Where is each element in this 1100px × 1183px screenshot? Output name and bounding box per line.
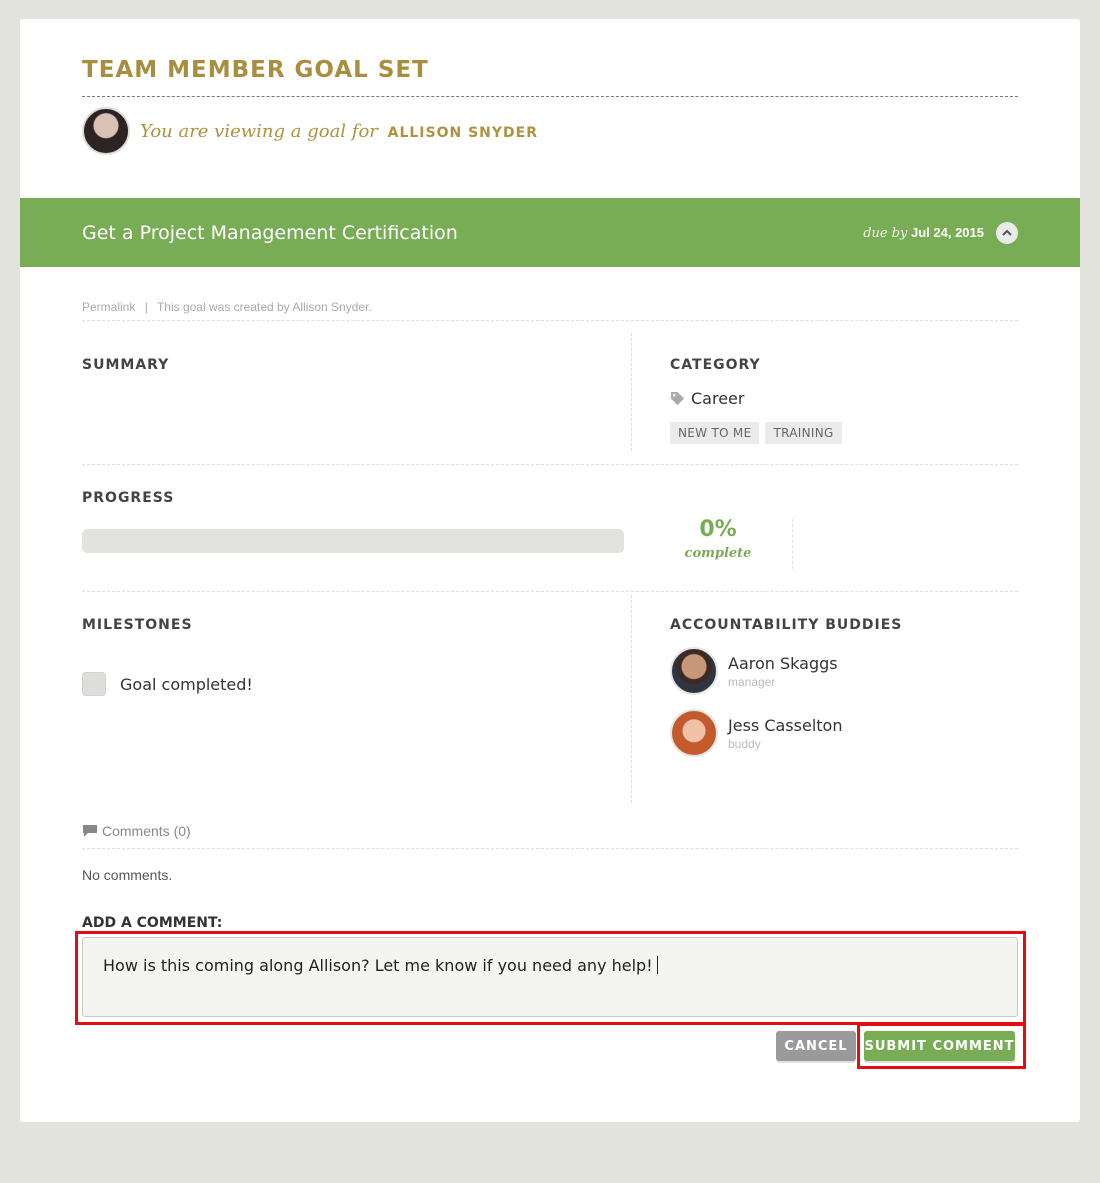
tag[interactable]: TRAINING xyxy=(765,422,842,444)
comments-count: Comments (0) xyxy=(102,823,191,839)
chevron-up-icon xyxy=(1002,229,1012,236)
comment-text: How is this coming along Allison? Let me… xyxy=(103,956,653,975)
buddy-info: Jess Casselton buddy xyxy=(728,716,842,751)
divider xyxy=(82,464,1018,465)
viewing-goal-for: You are viewing a goal for ALLISON SNYDE… xyxy=(82,106,538,156)
buddy-role: manager xyxy=(728,674,776,689)
buddy-item: Aaron Skaggs manager xyxy=(670,647,838,695)
progress-label: complete xyxy=(684,546,752,561)
progress-bar xyxy=(82,529,624,553)
milestone-label: Goal completed! xyxy=(120,674,253,694)
buddy-role: buddy xyxy=(728,736,761,751)
divider xyxy=(792,519,793,569)
divider xyxy=(631,595,632,803)
avatar xyxy=(670,647,718,695)
comments-heading: Comments (0) xyxy=(82,823,191,839)
comment-icon xyxy=(83,825,97,837)
buddy-name: Aaron Skaggs xyxy=(728,653,838,673)
category-heading: CATEGORY xyxy=(670,357,761,373)
progress-percent: 0% xyxy=(699,517,737,542)
goal-card: TEAM MEMBER GOAL SET You are viewing a g… xyxy=(20,19,1080,1122)
buddy-item: Jess Casselton buddy xyxy=(670,709,842,757)
category-label: Career xyxy=(691,389,745,408)
viewing-name: ALLISON SNYDER xyxy=(387,124,538,141)
tag-icon xyxy=(670,391,685,406)
permalink[interactable]: Permalink xyxy=(82,300,135,314)
goal-title: Get a Project Management Certification xyxy=(82,221,458,244)
buddy-info: Aaron Skaggs manager xyxy=(728,654,838,689)
goal-header-bar: Get a Project Management Certification d… xyxy=(20,198,1080,267)
milestones-heading: MILESTONES xyxy=(82,617,193,633)
progress-heading: PROGRESS xyxy=(82,490,175,506)
title-divider xyxy=(82,96,1018,97)
due-date-value: Jul 24, 2015 xyxy=(911,224,984,240)
text-caret xyxy=(656,956,658,974)
created-by-text: This goal was created by Allison Snyder. xyxy=(156,300,372,314)
category-tags: NEW TO ME TRAINING xyxy=(670,422,842,444)
no-comments-text: No comments. xyxy=(82,867,173,883)
divider xyxy=(82,848,1018,849)
category-value: Career xyxy=(670,389,744,408)
buddies-heading: ACCOUNTABILITY BUDDIES xyxy=(670,617,903,633)
buddy-name: Jess Casselton xyxy=(728,715,843,735)
due-label: due by xyxy=(863,225,908,241)
submit-comment-button[interactable]: SUBMIT COMMENT xyxy=(864,1031,1015,1061)
avatar xyxy=(670,709,718,757)
divider xyxy=(82,320,1018,321)
milestone-item: Goal completed! xyxy=(82,672,253,696)
cancel-button[interactable]: CANCEL xyxy=(776,1031,856,1061)
page-title: TEAM MEMBER GOAL SET xyxy=(82,57,429,83)
add-comment-label: ADD A COMMENT: xyxy=(82,915,223,931)
avatar xyxy=(82,107,130,155)
viewing-prefix: You are viewing a goal for xyxy=(140,120,378,142)
milestone-checkbox[interactable] xyxy=(82,672,106,696)
goal-meta: Permalink | This goal was created by All… xyxy=(82,300,372,314)
due-date: due by Jul 24, 2015 xyxy=(863,225,984,241)
divider xyxy=(82,591,1018,592)
meta-separator: | xyxy=(144,300,148,314)
divider xyxy=(631,333,632,451)
tag[interactable]: NEW TO ME xyxy=(670,422,760,444)
comment-textarea[interactable]: How is this coming along Allison? Let me… xyxy=(82,937,1018,1017)
collapse-button[interactable] xyxy=(996,221,1018,244)
viewing-text: You are viewing a goal for ALLISON SNYDE… xyxy=(140,121,538,142)
summary-heading: SUMMARY xyxy=(82,357,170,373)
